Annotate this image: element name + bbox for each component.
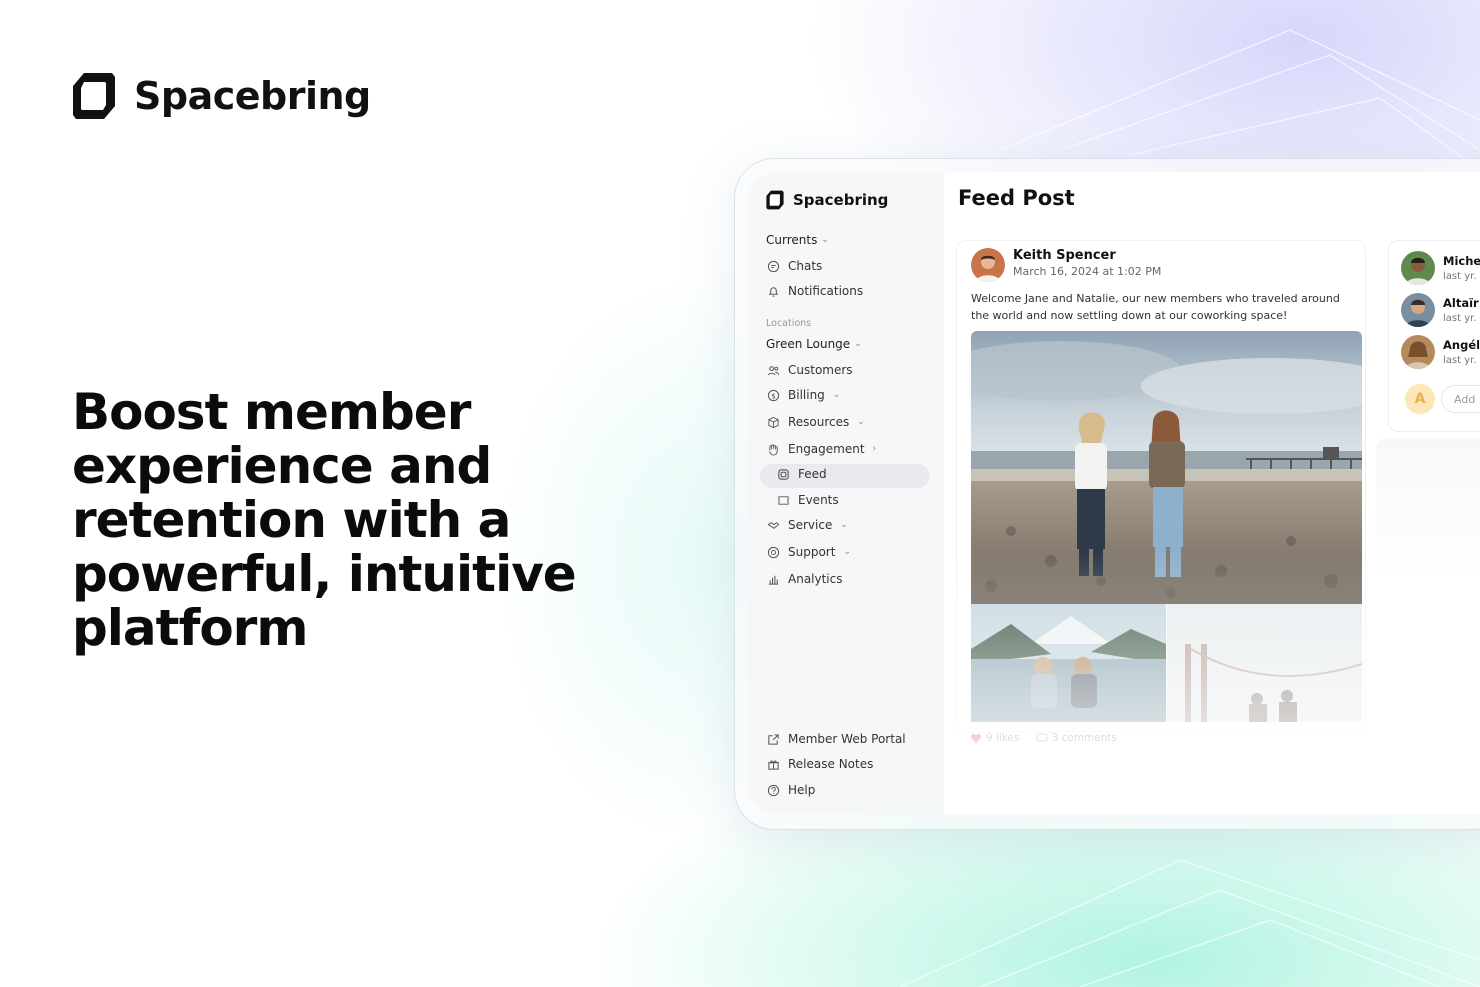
sidebar-item-chats[interactable]: Chats	[766, 256, 822, 276]
user-name: Michel	[1443, 254, 1480, 268]
sidebar-currents-label: Currents	[766, 233, 818, 247]
sidebar-item-events[interactable]: Events	[776, 490, 839, 510]
sidebar-item-support[interactable]: Support ⌄	[766, 542, 851, 562]
billing-icon: $	[766, 388, 780, 402]
reactions-panel: Michel last yr. Altaïr A last yr. Angé	[1388, 240, 1480, 432]
location-name: Green Lounge	[766, 337, 851, 351]
chevron-down-icon: ⌄	[821, 235, 829, 245]
sidebar-item-feed[interactable]: Feed	[776, 464, 827, 484]
sidebar-item-label: Engagement	[788, 442, 865, 456]
sidebar-caption-locations: Locations	[766, 318, 812, 329]
comments-count: 3 comments	[1051, 732, 1117, 744]
chevron-down-icon: ⌄	[832, 390, 841, 400]
user-time: last yr.	[1443, 271, 1477, 282]
sidebar-item-resources[interactable]: Resources ⌄	[766, 412, 865, 432]
sidebar-item-label: Service	[788, 518, 833, 532]
heart-icon	[970, 733, 982, 744]
likes-button[interactable]: 9 likes	[970, 732, 1020, 744]
sidebar-item-label: Member Web Portal	[788, 732, 906, 746]
external-link-icon	[766, 732, 780, 746]
post-photo-bridge[interactable]	[1167, 604, 1362, 722]
sidebar-item-release-notes[interactable]: Release Notes	[766, 754, 873, 774]
chevron-down-icon: ⌄	[840, 520, 848, 530]
sidebar-item-label: Notifications	[788, 284, 864, 298]
sidebar-currents[interactable]: Currents ⌄	[766, 233, 829, 247]
sidebar-item-label: Analytics	[788, 572, 843, 586]
sidebar-item-label: Resources	[788, 415, 850, 429]
sidebar-item-label: Billing	[788, 388, 825, 402]
panel-row[interactable]: Altaïr A last yr.	[1401, 293, 1480, 327]
sidebar: Spacebring Currents ⌄ Chats Notification…	[748, 172, 944, 814]
headline: Boost member experience and retention wi…	[72, 383, 577, 657]
sidebar-item-billing[interactable]: $ Billing ⌄	[766, 385, 840, 405]
bell-icon	[766, 284, 780, 298]
brand-name: Spacebring	[134, 74, 371, 118]
events-icon	[776, 493, 790, 507]
user-time: last yr.	[1443, 355, 1477, 366]
sidebar-location-selector[interactable]: Green Lounge ⌄	[766, 337, 862, 351]
add-comment-row: A Add	[1405, 384, 1480, 414]
user-avatar	[1401, 251, 1435, 285]
sidebar-item-label: Support	[788, 545, 836, 559]
sidebar-item-customers[interactable]: Customers	[766, 360, 853, 380]
sidebar-item-engagement[interactable]: Engagement ›	[766, 439, 876, 459]
comment-icon	[1036, 733, 1048, 744]
main-content: Feed Post Keith Spencer March 16, 2024 a…	[944, 172, 1480, 814]
brand-logo-icon	[73, 73, 115, 119]
chevron-right-icon: ›	[872, 444, 877, 454]
post-photo-beach[interactable]	[971, 331, 1362, 604]
support-icon	[766, 545, 780, 559]
customers-icon	[766, 363, 780, 377]
current-user-avatar: A	[1405, 384, 1435, 414]
sidebar-item-label: Feed	[798, 467, 827, 481]
analytics-icon	[766, 572, 780, 586]
user-time: last yr.	[1443, 313, 1477, 324]
sidebar-item-analytics[interactable]: Analytics	[766, 569, 843, 589]
sidebar-item-label: Customers	[788, 363, 853, 377]
post-author-name[interactable]: Keith Spencer	[1013, 248, 1161, 263]
feed-icon	[776, 467, 790, 481]
sidebar-item-notifications[interactable]: Notifications	[766, 281, 863, 301]
sidebar-item-label: Release Notes	[788, 757, 874, 771]
sidebar-item-help[interactable]: Help	[766, 780, 815, 800]
user-name: Angéli	[1443, 338, 1480, 352]
app-screen: Spacebring Currents ⌄ Chats Notification…	[748, 172, 1480, 814]
service-icon	[766, 518, 780, 532]
add-comment-input[interactable]: Add	[1441, 385, 1480, 413]
chevron-down-icon: ⌄	[854, 339, 862, 349]
resources-icon	[766, 415, 780, 429]
brand-logo-icon	[766, 190, 784, 210]
post-reactions: 9 likes 3 comments	[970, 732, 1117, 744]
sidebar-item-label: Events	[798, 493, 839, 507]
sidebar-item-label: Chats	[788, 259, 823, 273]
author-avatar[interactable]	[971, 248, 1005, 282]
app-brand[interactable]: Spacebring	[766, 190, 888, 210]
comments-button[interactable]: 3 comments	[1036, 732, 1117, 744]
engagement-icon	[766, 442, 780, 456]
page-title: Feed Post	[958, 186, 1075, 210]
post-text: Welcome Jane and Natalie, our new member…	[971, 292, 1340, 322]
post-author-row: Keith Spencer March 16, 2024 at 1:02 PM	[971, 248, 1161, 282]
brand: Spacebring	[72, 72, 371, 120]
svg-text:$: $	[771, 391, 776, 400]
help-icon	[766, 783, 780, 797]
likes-count: 9 likes	[986, 732, 1020, 744]
user-avatar	[1401, 335, 1435, 369]
chat-icon	[766, 259, 780, 273]
app-brand-name: Spacebring	[793, 191, 889, 209]
post-date: March 16, 2024 at 1:02 PM	[1013, 265, 1162, 278]
sidebar-item-service[interactable]: Service ⌄	[766, 515, 848, 535]
sidebar-item-member-web-portal[interactable]: Member Web Portal	[766, 729, 906, 749]
sidebar-item-label: Help	[788, 783, 816, 797]
panel-row[interactable]: Michel last yr.	[1401, 251, 1480, 285]
gift-icon	[766, 757, 780, 771]
chevron-down-icon: ⌄	[843, 547, 851, 557]
user-name: Altaïr A	[1443, 296, 1480, 310]
feed-post-card[interactable]: Keith Spencer March 16, 2024 at 1:02 PM …	[956, 240, 1366, 732]
panel-row[interactable]: Angéli last yr.	[1401, 335, 1480, 369]
side-panel-ghost	[1376, 438, 1480, 578]
user-avatar	[1401, 293, 1435, 327]
post-photo-lake[interactable]	[971, 604, 1166, 722]
chevron-down-icon: ⌄	[857, 417, 865, 427]
